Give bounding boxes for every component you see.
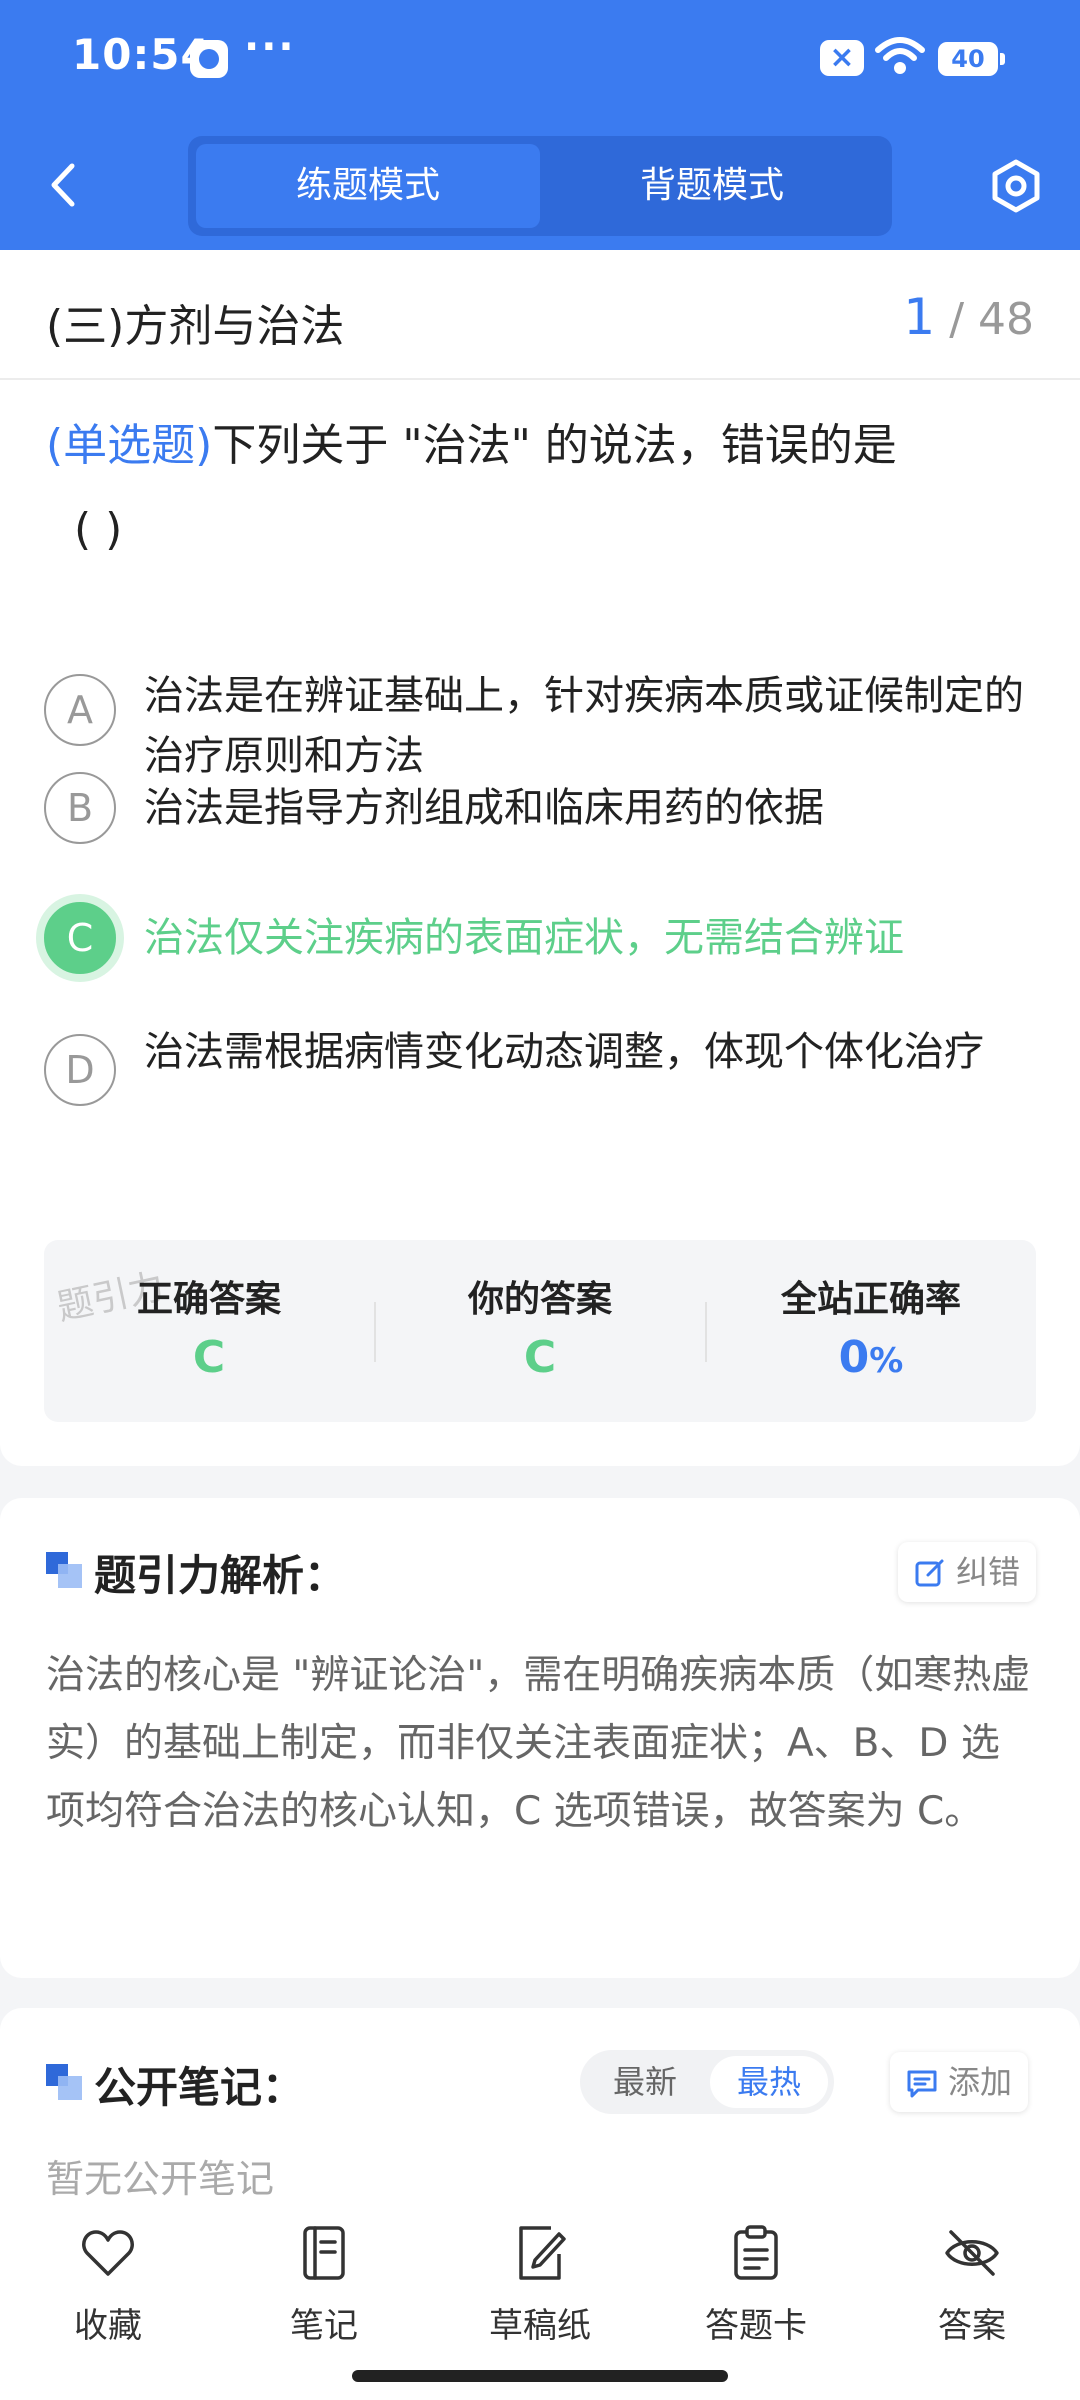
answer-card-button[interactable]: 答题卡	[676, 2224, 836, 2347]
question-stem: (单选题)下列关于 "治法" 的说法，错误的是 ( )	[46, 404, 1036, 572]
mode-switch: 练题模式 背题模式	[188, 136, 892, 236]
question-type: (单选题)	[46, 420, 213, 471]
answer-blank: ( )	[74, 504, 123, 555]
total-question-count: / 48	[949, 294, 1034, 345]
notes-title: 公开笔记：	[94, 2063, 305, 2112]
question-card: (三)方剂与治法 1 / 48 (单选题)下列关于 "治法" 的说法，错误的是 …	[0, 250, 1080, 1466]
settings-icon[interactable]	[988, 158, 1044, 214]
analysis-card: 题引力解析： 纠错 治法的核心是 "辨证论治"，需在明确疾病本质（如寒热虚实）的…	[0, 1498, 1080, 1978]
section-title: (三)方剂与治法	[46, 301, 345, 352]
correct-answer-value: C	[192, 1332, 226, 1383]
option-text: 治法是在辨证基础上，针对疾病本质或证候制定的治疗原则和方法	[144, 673, 1024, 779]
accuracy-number: 0	[838, 1332, 870, 1383]
correction-label: 纠错	[956, 1553, 1021, 1591]
home-indicator[interactable]	[352, 2370, 728, 2382]
draft-paper-label: 草稿纸	[489, 2306, 591, 2346]
section-marker-icon	[46, 2064, 82, 2100]
analysis-text: 治法的核心是 "辨证论治"，需在明确疾病本质（如寒热虚实）的基础上制定，而非仅关…	[46, 1653, 1031, 1834]
answer-summary: 题引力 正确答案 C 你的答案 C 全站正确率 0%	[44, 1240, 1036, 1422]
notebook-icon	[303, 2226, 345, 2280]
comment-icon	[907, 2070, 937, 2098]
empty-notes-text: 暂无公开笔记	[46, 2157, 275, 2201]
notes-label: 笔记	[290, 2306, 358, 2346]
draft-paper-icon	[519, 2226, 566, 2280]
option-text: 治法需根据病情变化动态调整，体现个体化治疗	[144, 1029, 984, 1075]
your-answer-value: C	[523, 1332, 557, 1383]
answer-card-label: 答题卡	[705, 2306, 807, 2346]
current-question-number: 1	[903, 288, 936, 346]
more-notifications-icon: ···	[244, 24, 296, 70]
favorite-label: 收藏	[74, 2306, 142, 2346]
add-note-label: 添加	[948, 2063, 1013, 2101]
page: 10:54 ··· × 40 练题模式 背题模式 (三)方剂与治法 1 / 48…	[0, 0, 1080, 2400]
site-accuracy-label: 全站正确率	[780, 1279, 961, 1320]
option-letter: D	[44, 1034, 116, 1106]
favorite-button[interactable]: 收藏	[28, 2224, 188, 2347]
site-accuracy-value: 0%	[706, 1332, 1036, 1383]
sort-hot[interactable]: 最热	[710, 2056, 828, 2108]
back-icon[interactable]	[44, 160, 84, 210]
tab-practice-mode[interactable]: 练题模式	[196, 144, 540, 228]
option-text: 治法仅关注疾病的表面症状，无需结合辨证	[144, 915, 904, 961]
answer-card-icon	[734, 2225, 778, 2280]
your-answer: 你的答案 C	[375, 1240, 705, 1422]
correction-button[interactable]: 纠错	[898, 1542, 1037, 1602]
question-counter[interactable]: 1 / 48	[903, 288, 1034, 346]
correct-answer: 正确答案 C	[44, 1240, 374, 1422]
your-answer-label: 你的答案	[467, 1279, 612, 1320]
show-answer-label: 答案	[938, 2306, 1006, 2346]
tab-memorize-mode[interactable]: 背题模式	[540, 144, 884, 228]
accuracy-unit: %	[869, 1341, 904, 1381]
add-note-button[interactable]: 添加	[890, 2052, 1029, 2112]
wifi-icon	[875, 37, 925, 74]
option-text: 治法是指导方剂组成和临床用药的依据	[144, 785, 824, 831]
correct-answer-label: 正确答案	[136, 1279, 281, 1320]
sort-latest[interactable]: 最新	[586, 2056, 704, 2108]
x-notification-icon: ×	[820, 40, 864, 76]
eye-off-icon	[945, 2230, 999, 2276]
notes-button[interactable]: 笔记	[244, 2224, 404, 2347]
question-text: 下列关于 "治法" 的说法，错误的是	[212, 420, 897, 471]
edit-icon	[915, 1559, 944, 1587]
top-header: 10:54 ··· × 40 练题模式 背题模式	[0, 0, 1080, 250]
section-marker-icon	[46, 1552, 82, 1588]
notes-sort-toggle: 最新 最热	[580, 2050, 834, 2114]
draft-paper-button[interactable]: 草稿纸	[460, 2224, 620, 2347]
heart-icon	[82, 2230, 134, 2276]
battery-icon: 40	[938, 42, 1005, 76]
analysis-title: 题引力解析：	[94, 1551, 347, 1600]
show-answer-button[interactable]: 答案	[892, 2224, 1052, 2347]
option-letter: A	[44, 674, 116, 746]
status-bar: 10:54 ··· × 40	[0, 0, 1080, 120]
option-letter: B	[44, 772, 116, 844]
site-accuracy: 全站正确率 0%	[706, 1240, 1036, 1422]
app-notification-icon	[190, 40, 228, 78]
divider	[0, 378, 1080, 380]
option-letter: C	[44, 902, 116, 974]
